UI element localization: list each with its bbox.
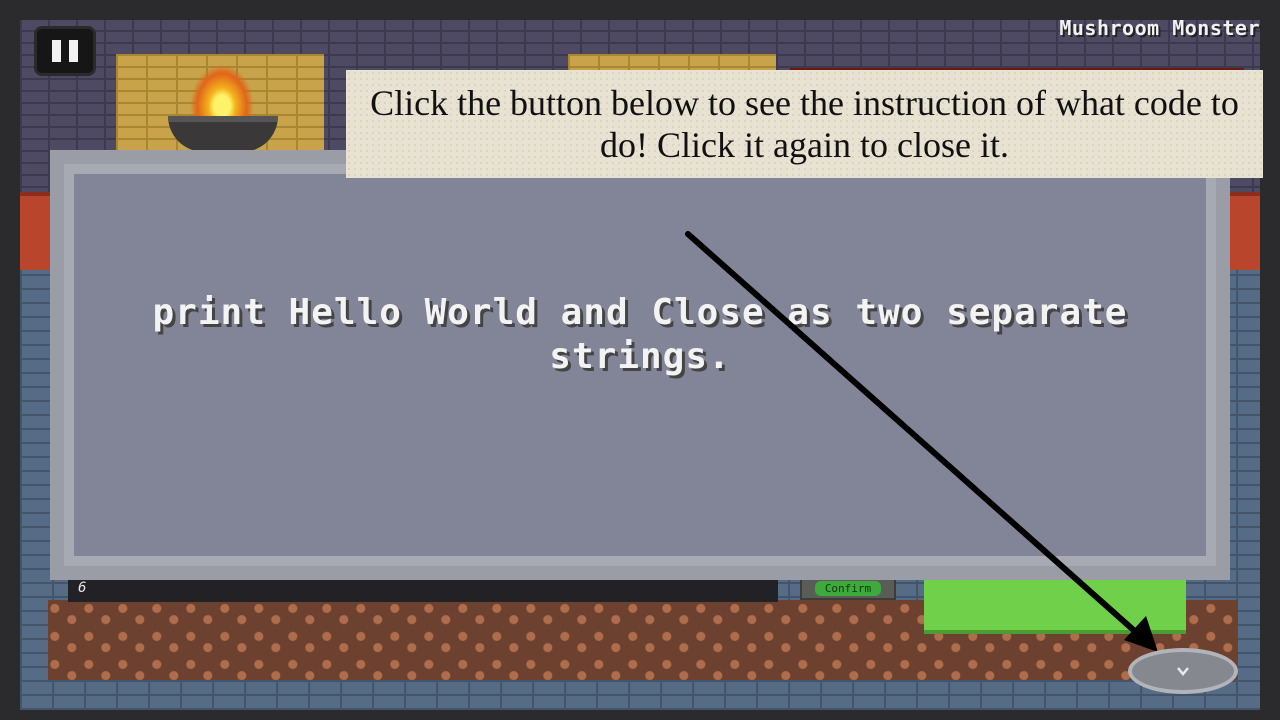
pause-button[interactable] xyxy=(34,26,96,76)
instruction-dialog-body: print Hello World and Close as two separ… xyxy=(64,164,1216,566)
instruction-toggle-button[interactable] xyxy=(1128,648,1238,694)
instruction-dialog: print Hello World and Close as two separ… xyxy=(50,150,1230,580)
tutorial-tooltip: Click the button below to see the instru… xyxy=(346,70,1263,178)
pause-icon-bar xyxy=(69,40,78,62)
flame-icon xyxy=(190,64,254,124)
boss-name: Mushroom Monster xyxy=(1059,16,1260,40)
tutorial-tooltip-text: Click the button below to see the instru… xyxy=(370,83,1239,165)
fire-bowl xyxy=(168,64,278,154)
confirm-label: Confirm xyxy=(814,580,882,596)
brazier xyxy=(168,116,278,152)
instruction-text: print Hello World and Close as two separ… xyxy=(152,292,1128,377)
pause-icon xyxy=(52,40,61,62)
line-number: 6 xyxy=(78,580,87,596)
player-health-bar xyxy=(924,580,1186,634)
chevron-down-icon xyxy=(1177,667,1189,676)
